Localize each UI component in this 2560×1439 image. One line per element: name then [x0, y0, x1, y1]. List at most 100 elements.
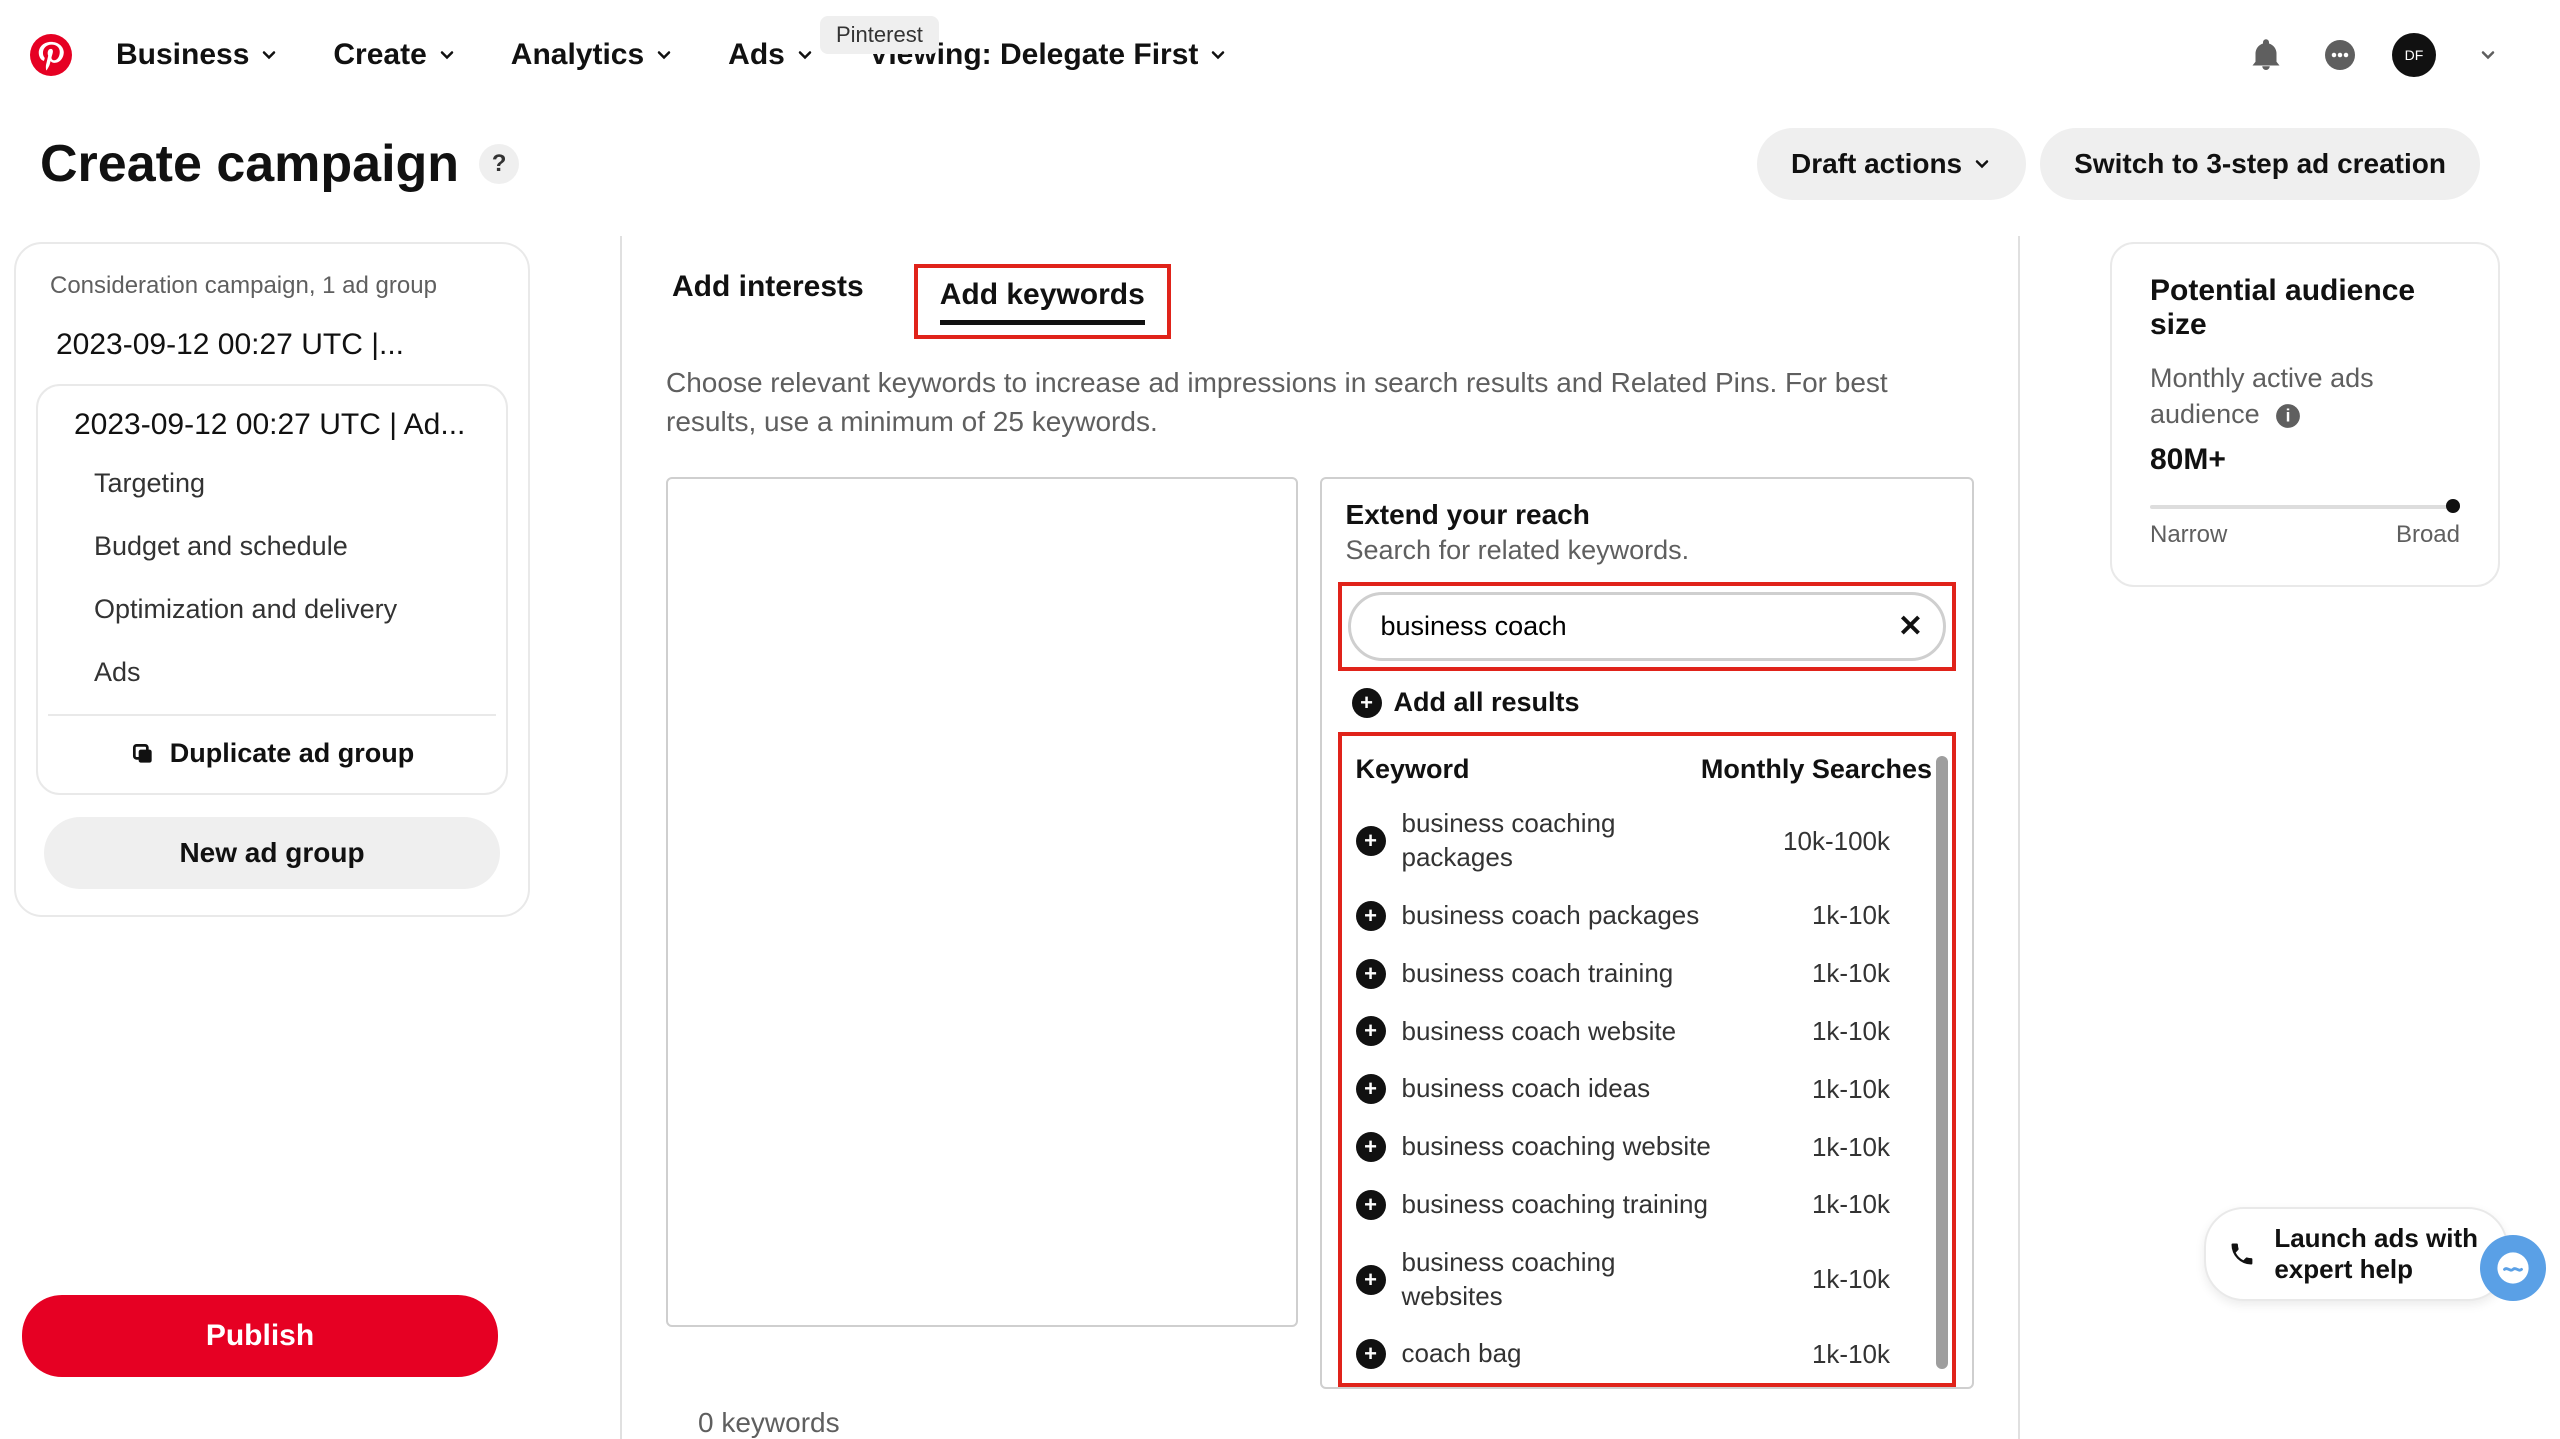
- nav-business[interactable]: Business: [106, 32, 289, 78]
- nav-create[interactable]: Create: [323, 32, 466, 78]
- phone-icon: [2228, 1240, 2256, 1268]
- keyword-result-row[interactable]: +coach bag1k-10k: [1342, 1325, 1952, 1383]
- keyword-text: coach bag: [1402, 1337, 1722, 1371]
- switch-mode-button[interactable]: Switch to 3-step ad creation: [2040, 128, 2480, 200]
- sidebar-item-ads[interactable]: Ads: [48, 641, 496, 704]
- adgroup-box: 2023-09-12 00:27 UTC | Ad... Targeting B…: [36, 384, 508, 795]
- keyword-text: business coaching training: [1402, 1188, 1722, 1222]
- monthly-searches: 1k-10k: [1812, 1016, 1932, 1047]
- keyword-result-row[interactable]: +business coaching website1k-10k: [1342, 1118, 1952, 1176]
- audience-scale-track: [2150, 505, 2460, 509]
- audience-scale-labels: Narrow Broad: [2150, 521, 2460, 549]
- keyword-search-field[interactable]: ✕: [1348, 592, 1946, 661]
- page-title: Create campaign: [40, 134, 459, 194]
- sidebar-item-optimization[interactable]: Optimization and delivery: [48, 578, 496, 641]
- keyword-text: business coach ideas: [1402, 1072, 1722, 1106]
- monthly-searches: 1k-10k: [1812, 900, 1932, 931]
- campaign-meta: Consideration campaign, 1 ad group: [36, 268, 508, 314]
- tabs: Add interests Add keywords: [666, 264, 1974, 339]
- keyword-result-row[interactable]: +business coach training1k-10k: [1342, 945, 1952, 1003]
- new-adgroup-button[interactable]: New ad group: [44, 817, 500, 889]
- add-all-results-label: Add all results: [1394, 687, 1580, 718]
- help-button[interactable]: ?: [479, 144, 519, 184]
- main-layout: Consideration campaign, 1 ad group 2023-…: [0, 236, 2560, 1439]
- campaign-selected[interactable]: 2023-09-12 00:27 UTC |...: [36, 314, 508, 366]
- keyword-text: business coach website: [1402, 1015, 1722, 1049]
- keyword-text: business coach training: [1402, 957, 1722, 991]
- chevron-down-icon: [795, 45, 815, 65]
- chevron-down-icon: [2478, 45, 2498, 65]
- add-keyword-icon[interactable]: +: [1356, 1016, 1386, 1046]
- add-keyword-icon[interactable]: +: [1356, 1339, 1386, 1369]
- tab-underline: [940, 320, 1145, 325]
- results-header: Keyword Monthly Searches: [1342, 740, 1952, 795]
- monthly-searches: 1k-10k: [1812, 1189, 1932, 1220]
- monthly-searches: 10k-100k: [1783, 826, 1932, 857]
- adgroup-name[interactable]: 2023-09-12 00:27 UTC | Ad...: [48, 408, 496, 452]
- chat-icon: [2322, 37, 2358, 73]
- keyword-text: business coach packages: [1402, 899, 1722, 933]
- add-all-results-button[interactable]: + Add all results: [1322, 671, 1972, 728]
- header-actions: Draft actions Switch to 3-step ad creati…: [1757, 128, 2520, 200]
- keyword-result-row[interactable]: +business coach ideas1k-10k: [1342, 1060, 1952, 1118]
- audience-sub: Monthly active ads audience i: [2150, 360, 2460, 433]
- keyword-result-row[interactable]: + business coach website 1k-10k: [1342, 1003, 1952, 1061]
- sidebar-item-targeting[interactable]: Targeting: [48, 452, 496, 515]
- audience-scale-dot: [2446, 499, 2460, 513]
- pinterest-logo-icon: [30, 34, 72, 76]
- bell-icon: [2248, 37, 2284, 73]
- tab-add-interests[interactable]: Add interests: [666, 264, 870, 339]
- add-keyword-icon[interactable]: +: [1356, 959, 1386, 989]
- results-header-keyword: Keyword: [1356, 754, 1701, 785]
- add-keyword-icon[interactable]: +: [1356, 1074, 1386, 1104]
- add-keyword-icon[interactable]: +: [1356, 1265, 1386, 1295]
- keyword-result-row[interactable]: +business coaching packages10k-100k: [1342, 795, 1952, 887]
- chevron-down-icon: [259, 45, 279, 65]
- nav-analytics[interactable]: Analytics: [501, 32, 684, 78]
- audience-scale-broad: Broad: [2396, 521, 2460, 549]
- add-keyword-icon[interactable]: +: [1356, 1190, 1386, 1220]
- keyword-search-highlight: ✕: [1338, 582, 1956, 671]
- keyword-result-row[interactable]: + business coaching training 1k-10k: [1342, 1176, 1952, 1234]
- add-keyword-icon[interactable]: +: [1356, 826, 1386, 856]
- launch-help-text: Launch ads with expert help: [2274, 1223, 2478, 1285]
- tab-add-keywords[interactable]: Add keywords: [914, 264, 1171, 339]
- avatar[interactable]: DF: [2392, 33, 2436, 77]
- info-icon[interactable]: i: [2275, 403, 2301, 429]
- duplicate-icon: [130, 741, 156, 767]
- selected-keywords-panel[interactable]: [666, 477, 1298, 1327]
- keyword-result-row[interactable]: + business coach packages 1k-10k: [1342, 887, 1952, 945]
- extend-reach-panel: Extend your reach Search for related key…: [1320, 477, 1974, 1389]
- keyword-results-highlight: Keyword Monthly Searches +business coach…: [1338, 732, 1956, 1387]
- duplicate-adgroup-button[interactable]: Duplicate ad group: [48, 714, 496, 775]
- chat-bubble-button[interactable]: [2480, 1235, 2546, 1301]
- pinterest-tooltip: Pinterest: [820, 16, 939, 54]
- nav-create-label: Create: [333, 38, 426, 72]
- brand: [30, 34, 72, 76]
- publish-button[interactable]: Publish: [22, 1295, 498, 1377]
- nav-analytics-label: Analytics: [511, 38, 644, 72]
- keyword-result-row[interactable]: +business coaching websites1k-10k: [1342, 1234, 1952, 1326]
- keyword-search-input[interactable]: [1371, 611, 1898, 642]
- keyword-text: business coaching website: [1402, 1130, 1722, 1164]
- draft-actions-button[interactable]: Draft actions: [1757, 128, 2026, 200]
- results-header-searches: Monthly Searches: [1701, 754, 1932, 785]
- keyword-text: business coaching websites: [1402, 1246, 1722, 1314]
- sidebar-item-budget[interactable]: Budget and schedule: [48, 515, 496, 578]
- launch-help-chip[interactable]: Launch ads with expert help: [2204, 1207, 2508, 1301]
- duplicate-adgroup-label: Duplicate ad group: [170, 738, 415, 769]
- results-scrollbar[interactable]: [1936, 756, 1948, 1369]
- results-list: +business coaching packages10k-100k+busi…: [1342, 795, 1952, 1383]
- chevron-down-icon: [1208, 45, 1228, 65]
- plus-icon: +: [1352, 688, 1382, 718]
- clear-search-button[interactable]: ✕: [1898, 609, 1923, 644]
- extend-sub: Search for related keywords.: [1322, 531, 1972, 576]
- nav-ads[interactable]: Ads: [718, 32, 825, 78]
- add-keyword-icon[interactable]: +: [1356, 1132, 1386, 1162]
- top-nav: Business Create Analytics Ads Viewing: D…: [0, 0, 2560, 98]
- center-panel: Add interests Add keywords Choose releva…: [620, 236, 2020, 1439]
- account-menu[interactable]: [2466, 33, 2510, 77]
- messages-button[interactable]: [2318, 33, 2362, 77]
- add-keyword-icon[interactable]: +: [1356, 901, 1386, 931]
- notifications-button[interactable]: [2244, 33, 2288, 77]
